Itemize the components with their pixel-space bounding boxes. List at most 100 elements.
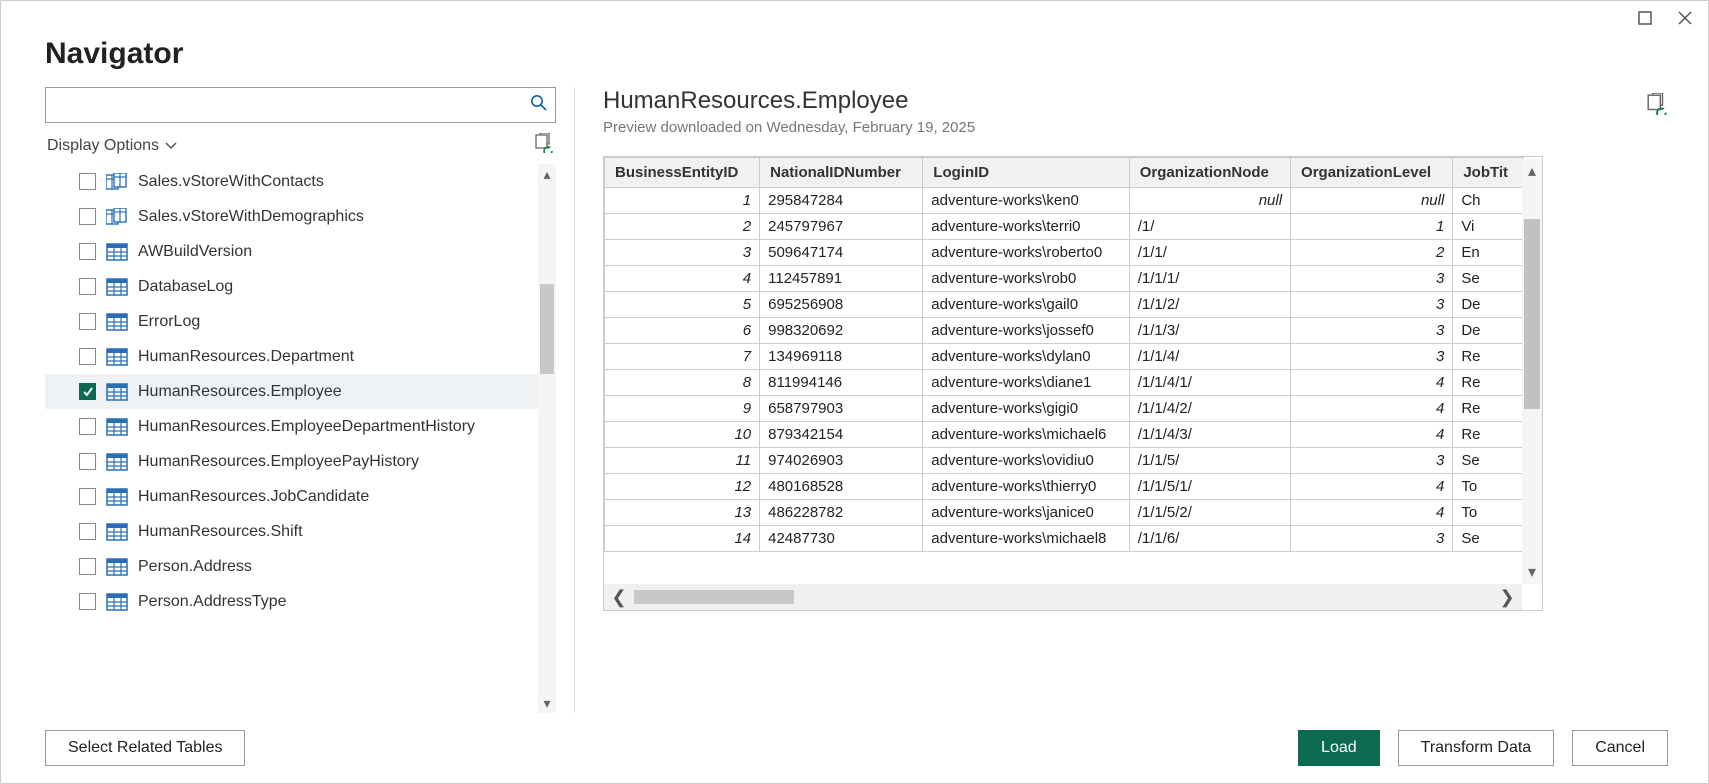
search-icon[interactable]: [530, 94, 548, 117]
tree-item[interactable]: DatabaseLog: [45, 269, 538, 304]
tree-item[interactable]: HumanResources.Employee: [45, 374, 538, 409]
cell-login: adventure-works\diane1: [923, 370, 1129, 396]
cell-job-title: To: [1453, 500, 1524, 526]
column-header[interactable]: LoginID: [923, 158, 1129, 188]
checkbox[interactable]: [79, 488, 96, 505]
cell-login: adventure-works\gigi0: [923, 396, 1129, 422]
tree-item[interactable]: AWBuildVersion: [45, 234, 538, 269]
refresh-preview-icon[interactable]: [1646, 93, 1668, 120]
checkbox[interactable]: [79, 348, 96, 365]
column-header[interactable]: JobTit: [1453, 158, 1524, 188]
scroll-down-icon[interactable]: ▾: [538, 693, 556, 713]
right-pane: HumanResources.Employee Preview download…: [575, 87, 1668, 713]
table-row[interactable]: 7134969118adventure-works\dylan0/1/1/4/3…: [605, 344, 1524, 370]
table-row[interactable]: 11974026903adventure-works\ovidiu0/1/1/5…: [605, 448, 1524, 474]
cell-job-title: Se: [1453, 266, 1524, 292]
checkbox[interactable]: [79, 558, 96, 575]
cell-id: 4: [605, 266, 760, 292]
checkbox[interactable]: [79, 418, 96, 435]
checkbox[interactable]: [79, 243, 96, 260]
table-row[interactable]: 13486228782adventure-works\janice0/1/1/5…: [605, 500, 1524, 526]
scroll-up-icon[interactable]: ▴: [538, 164, 556, 184]
cell-org-level: 3: [1291, 318, 1453, 344]
column-header[interactable]: OrganizationNode: [1129, 158, 1290, 188]
table-row[interactable]: 9658797903adventure-works\gigi0/1/1/4/2/…: [605, 396, 1524, 422]
cancel-button[interactable]: Cancel: [1572, 730, 1668, 766]
search-input[interactable]: [45, 87, 556, 123]
scroll-down-icon[interactable]: ▾: [1522, 562, 1542, 582]
cell-org-node: /1/1/5/2/: [1129, 500, 1290, 526]
tree-item[interactable]: HumanResources.Shift: [45, 514, 538, 549]
column-header[interactable]: BusinessEntityID: [605, 158, 760, 188]
table-icon: [106, 278, 128, 296]
tree-item[interactable]: Person.AddressType: [45, 584, 538, 619]
cell-id: 1: [605, 188, 760, 214]
checkbox[interactable]: [79, 173, 96, 190]
grid-vertical-scrollbar[interactable]: ▴ ▾: [1522, 159, 1542, 584]
scroll-thumb[interactable]: [1524, 219, 1540, 409]
scroll-track[interactable]: [634, 588, 1492, 606]
load-button[interactable]: Load: [1298, 730, 1380, 766]
tree-item[interactable]: HumanResources.JobCandidate: [45, 479, 538, 514]
scroll-thumb[interactable]: [634, 590, 794, 604]
data-table: BusinessEntityIDNationalIDNumberLoginIDO…: [604, 157, 1524, 552]
table-icon: [106, 488, 128, 506]
table-row[interactable]: 1442487730adventure-works\michael8/1/1/6…: [605, 526, 1524, 552]
cell-id: 3: [605, 240, 760, 266]
table-row[interactable]: 4112457891adventure-works\rob0/1/1/1/3Se: [605, 266, 1524, 292]
scroll-up-icon[interactable]: ▴: [1522, 161, 1542, 181]
checkbox[interactable]: [79, 523, 96, 540]
checkbox[interactable]: [79, 208, 96, 225]
cell-national-id: 695256908: [760, 292, 923, 318]
table-row[interactable]: 3509647174adventure-works\roberto0/1/1/2…: [605, 240, 1524, 266]
chevron-down-icon: [165, 140, 177, 152]
checkbox[interactable]: [79, 383, 96, 400]
tree-item[interactable]: ErrorLog: [45, 304, 538, 339]
table-row[interactable]: 6998320692adventure-works\jossef0/1/1/3/…: [605, 318, 1524, 344]
scroll-right-icon[interactable]: ❯: [1492, 587, 1522, 608]
checkbox[interactable]: [79, 593, 96, 610]
tree-item[interactable]: Sales.vStoreWithContacts: [45, 164, 538, 199]
table-icon: [106, 383, 128, 401]
table-row[interactable]: 10879342154adventure-works\michael6/1/1/…: [605, 422, 1524, 448]
cell-login: adventure-works\terri0: [923, 214, 1129, 240]
display-options-dropdown[interactable]: Display Options: [47, 137, 177, 155]
tree-item[interactable]: HumanResources.Department: [45, 339, 538, 374]
column-header[interactable]: NationalIDNumber: [760, 158, 923, 188]
close-button[interactable]: [1676, 9, 1694, 27]
column-header[interactable]: OrganizationLevel: [1291, 158, 1453, 188]
tree-scrollbar[interactable]: ▴ ▾: [538, 164, 556, 713]
scroll-left-icon[interactable]: ❮: [604, 587, 634, 608]
refresh-tree-icon[interactable]: [534, 133, 554, 158]
cell-national-id: 974026903: [760, 448, 923, 474]
table-row[interactable]: 12480168528adventure-works\thierry0/1/1/…: [605, 474, 1524, 500]
checkbox[interactable]: [79, 453, 96, 470]
checkbox[interactable]: [79, 313, 96, 330]
table-row[interactable]: 8811994146adventure-works\diane1/1/1/4/1…: [605, 370, 1524, 396]
preview-grid[interactable]: BusinessEntityIDNationalIDNumberLoginIDO…: [604, 157, 1524, 585]
select-related-tables-button[interactable]: Select Related Tables: [45, 730, 245, 766]
table-icon: [106, 243, 128, 261]
tree-item[interactable]: Sales.vStoreWithDemographics: [45, 199, 538, 234]
grid-horizontal-scrollbar[interactable]: ❮ ❯: [604, 584, 1522, 610]
tree-item[interactable]: HumanResources.EmployeePayHistory: [45, 444, 538, 479]
tree-item[interactable]: HumanResources.EmployeeDepartmentHistory: [45, 409, 538, 444]
tree[interactable]: Sales.vStoreWithContactsSales.vStoreWith…: [45, 164, 538, 713]
cell-job-title: Ch: [1453, 188, 1524, 214]
cell-login: adventure-works\michael6: [923, 422, 1129, 448]
table-row[interactable]: 1295847284adventure-works\ken0nullnullCh: [605, 188, 1524, 214]
tree-item-label: HumanResources.Shift: [138, 523, 303, 541]
cell-login: adventure-works\gail0: [923, 292, 1129, 318]
scroll-thumb[interactable]: [540, 284, 554, 374]
tree-item-label: HumanResources.Employee: [138, 383, 342, 401]
cell-org-node: /1/1/5/: [1129, 448, 1290, 474]
maximize-button[interactable]: [1636, 9, 1654, 27]
table-row[interactable]: 5695256908adventure-works\gail0/1/1/2/3D…: [605, 292, 1524, 318]
tree-item-label: HumanResources.Department: [138, 348, 354, 366]
tree-item[interactable]: Person.Address: [45, 549, 538, 584]
cell-job-title: Se: [1453, 526, 1524, 552]
cell-org-node: /1/1/3/: [1129, 318, 1290, 344]
checkbox[interactable]: [79, 278, 96, 295]
transform-data-button[interactable]: Transform Data: [1398, 730, 1555, 766]
table-row[interactable]: 2245797967adventure-works\terri0/1/1Vi: [605, 214, 1524, 240]
